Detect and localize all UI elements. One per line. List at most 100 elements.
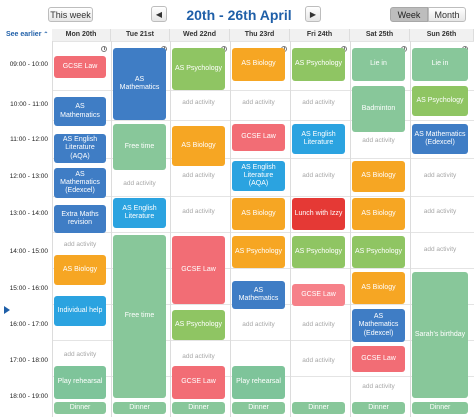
- add-activity-link[interactable]: add activity: [232, 321, 285, 328]
- event-block[interactable]: AS Psychology: [232, 236, 285, 268]
- add-activity-link[interactable]: add activity: [292, 99, 345, 106]
- event-block[interactable]: AS Psychology: [172, 48, 225, 90]
- event-block[interactable]: AS Mathematics: [113, 48, 166, 120]
- time-label: 13:00 - 14:00: [9, 210, 48, 217]
- add-activity-link[interactable]: add activity: [54, 241, 106, 248]
- add-activity-link[interactable]: add activity: [412, 246, 468, 253]
- grid-line: [410, 41, 411, 417]
- grid-line: [170, 41, 171, 417]
- event-block[interactable]: Sarah's birthday: [412, 272, 468, 398]
- event-block[interactable]: AS Psychology: [352, 236, 405, 268]
- event-block[interactable]: AS Biology: [352, 161, 405, 192]
- event-block[interactable]: Dinner: [412, 402, 468, 414]
- event-block[interactable]: Badminton: [352, 86, 405, 132]
- add-activity-link[interactable]: add activity: [292, 357, 345, 364]
- clock-icon: [101, 46, 107, 52]
- add-activity-link[interactable]: add activity: [352, 137, 405, 144]
- see-earlier-label: See earlier: [6, 31, 42, 38]
- day-header-sat: Sat 25th: [350, 29, 410, 41]
- event-block[interactable]: GCSE Law: [54, 56, 106, 78]
- chevron-left-icon: ◀: [155, 9, 163, 19]
- event-block[interactable]: AS Biology: [54, 255, 106, 285]
- day-header-tue: Tue 21st: [111, 29, 170, 41]
- add-activity-link[interactable]: add activity: [412, 172, 468, 179]
- day-header-thu: Thu 23rd: [230, 29, 290, 41]
- add-activity-link[interactable]: add activity: [292, 172, 345, 179]
- add-activity-link[interactable]: add activity: [172, 353, 225, 360]
- chevron-right-icon: ▶: [309, 9, 317, 19]
- event-block[interactable]: AS Biology: [352, 198, 405, 230]
- event-block[interactable]: Individual help: [54, 296, 106, 326]
- event-block[interactable]: Lunch with Izzy: [292, 198, 345, 230]
- time-label: 15:00 - 16:00: [9, 285, 48, 292]
- event-block[interactable]: AS Psychology: [292, 48, 345, 81]
- event-block[interactable]: Lie in: [412, 48, 468, 81]
- event-block[interactable]: Dinner: [113, 402, 166, 414]
- current-time-marker-icon: [4, 306, 10, 314]
- event-block[interactable]: GCSE Law: [292, 284, 345, 306]
- grid-line: [111, 41, 112, 417]
- time-label: 12:00 - 13:00: [9, 173, 48, 180]
- event-block[interactable]: Dinner: [232, 402, 285, 414]
- event-block[interactable]: AS Mathematics (Edexcel): [412, 124, 468, 154]
- event-block[interactable]: Lie in: [352, 48, 405, 81]
- this-week-button[interactable]: This week: [48, 7, 93, 22]
- add-activity-link[interactable]: add activity: [113, 180, 166, 187]
- event-block[interactable]: Dinner: [352, 402, 405, 414]
- event-block[interactable]: Play rehearsal: [54, 366, 106, 399]
- add-activity-link[interactable]: add activity: [172, 172, 225, 179]
- event-block[interactable]: Free time: [113, 235, 166, 398]
- event-block[interactable]: Dinner: [54, 402, 106, 414]
- time-label: 18:00 - 19:00: [9, 393, 48, 400]
- event-block[interactable]: AS Mathematics: [54, 97, 106, 126]
- time-label: 10:00 - 11:00: [10, 101, 48, 108]
- add-activity-link[interactable]: add activity: [172, 208, 225, 215]
- event-block[interactable]: AS English Literature: [292, 124, 345, 154]
- event-block[interactable]: Free time: [113, 124, 166, 170]
- event-block[interactable]: Extra Maths revision: [54, 205, 106, 233]
- event-block[interactable]: AS Biology: [232, 48, 285, 81]
- event-block[interactable]: AS Psychology: [412, 86, 468, 116]
- grid-line: [230, 41, 231, 417]
- event-block[interactable]: Dinner: [292, 402, 345, 414]
- next-week-button[interactable]: ▶: [305, 6, 321, 22]
- time-label: 16:00 - 17:00: [9, 321, 48, 328]
- add-activity-link[interactable]: add activity: [352, 383, 405, 390]
- event-block[interactable]: AS Mathematics (Edexcel): [352, 309, 405, 342]
- event-block[interactable]: AS English Literature (AQA): [232, 161, 285, 191]
- event-block[interactable]: GCSE Law: [232, 124, 285, 151]
- event-block[interactable]: AS Biology: [352, 272, 405, 304]
- day-header-sun: Sun 26th: [410, 29, 474, 41]
- week-view-button[interactable]: Week: [390, 7, 428, 22]
- month-view-button[interactable]: Month: [428, 7, 466, 22]
- grid-line: [52, 41, 53, 417]
- event-block[interactable]: AS Mathematics (Edexcel): [54, 168, 106, 198]
- event-block[interactable]: AS Biology: [172, 126, 225, 166]
- prev-week-button[interactable]: ◀: [151, 6, 167, 22]
- day-header-fri: Fri 24th: [290, 29, 350, 41]
- add-activity-link[interactable]: add activity: [232, 99, 285, 106]
- event-block[interactable]: GCSE Law: [172, 366, 225, 399]
- add-activity-link[interactable]: add activity: [172, 99, 225, 106]
- event-block[interactable]: AS English Literature (AQA): [54, 134, 106, 163]
- add-activity-link[interactable]: add activity: [292, 321, 345, 328]
- event-block[interactable]: AS English Literature: [113, 198, 166, 228]
- time-label: 11:00 - 12:00: [10, 136, 48, 143]
- event-block[interactable]: AS Psychology: [292, 236, 345, 268]
- week-title: 20th - 26th April: [186, 7, 292, 23]
- add-activity-link[interactable]: add activity: [54, 351, 106, 358]
- time-label: 09:00 - 10:00: [9, 61, 48, 68]
- time-label: 17:00 - 18:00: [9, 357, 48, 364]
- event-block[interactable]: Dinner: [172, 402, 225, 414]
- event-block[interactable]: GCSE Law: [172, 236, 225, 304]
- event-block[interactable]: Play rehearsal: [232, 366, 285, 399]
- event-block[interactable]: GCSE Law: [352, 346, 405, 372]
- day-header-wed: Wed 22nd: [170, 29, 230, 41]
- event-block[interactable]: AS Biology: [232, 198, 285, 230]
- event-block[interactable]: AS Psychology: [172, 310, 225, 340]
- see-earlier-link[interactable]: See earlier ⌃: [6, 31, 48, 38]
- time-label: 14:00 - 15:00: [9, 248, 48, 255]
- add-activity-link[interactable]: add activity: [412, 208, 468, 215]
- grid-line: [350, 41, 351, 417]
- event-block[interactable]: AS Mathematics: [232, 281, 285, 309]
